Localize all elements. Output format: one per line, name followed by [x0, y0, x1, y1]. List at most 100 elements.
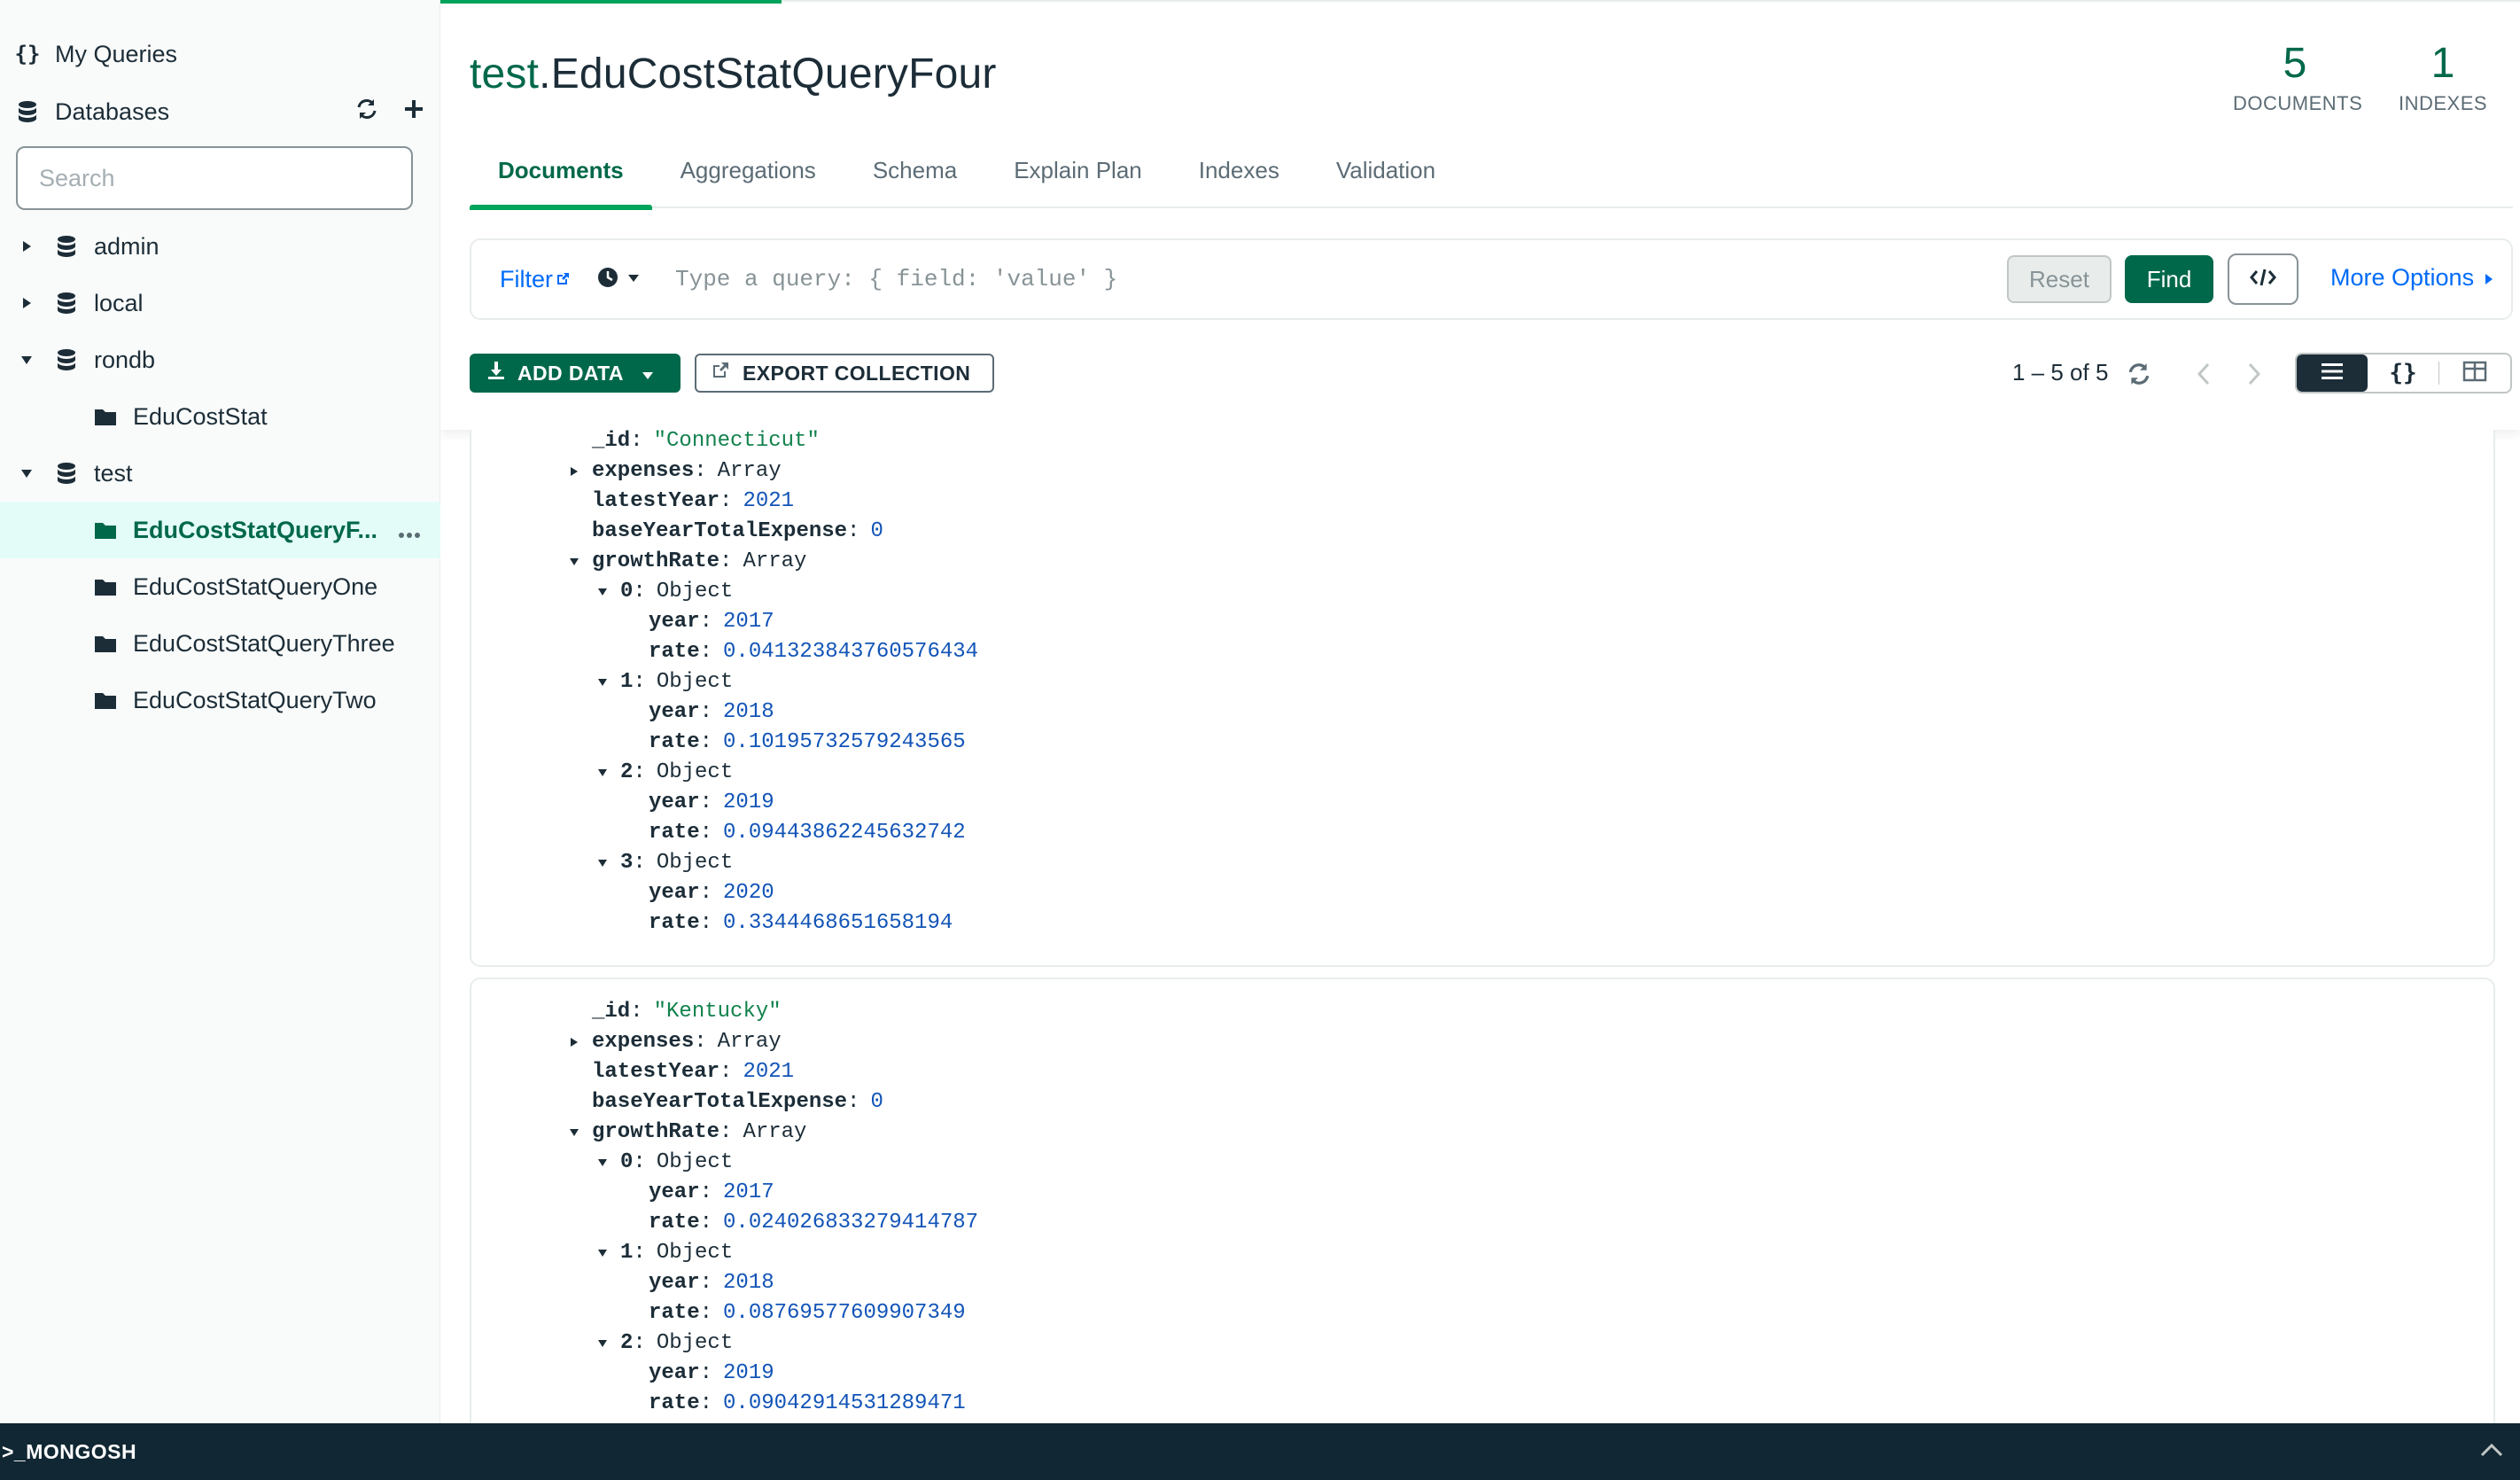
braces-icon: {} — [14, 42, 41, 66]
field-row: 1: Object — [620, 1238, 733, 1268]
collapse-caret-icon[interactable] — [595, 577, 610, 607]
refresh-icon[interactable] — [2126, 361, 2152, 387]
field-row: 3: Object — [620, 848, 733, 878]
field-row: rate:0.08769577609907349 — [649, 1298, 966, 1328]
sidebar-collection-educoststat[interactable]: EduCostStat — [0, 388, 440, 445]
tab-documents[interactable]: Documents — [470, 137, 652, 210]
caret-down-icon[interactable] — [18, 464, 35, 482]
field-value: Object — [656, 670, 734, 694]
field-key: growthRate — [592, 549, 720, 573]
collapse-caret-icon[interactable] — [595, 848, 610, 878]
field-key: 0 — [620, 1150, 634, 1174]
field-key: rate — [649, 1391, 700, 1415]
more-options-button[interactable]: More Options — [2330, 264, 2493, 292]
json-view-button[interactable]: {} — [2368, 354, 2438, 392]
field-row: baseYearTotalExpense:0 — [592, 517, 883, 547]
sidebar-collection-educoststatqueryone[interactable]: EduCostStatQueryOne — [0, 558, 440, 615]
export-collection-button[interactable]: EXPORT COLLECTION — [695, 354, 994, 393]
field-value: Object — [656, 1241, 734, 1265]
collapse-caret-icon[interactable] — [567, 1118, 581, 1148]
sidebar-db-test[interactable]: test — [0, 445, 440, 502]
filter-link[interactable]: Filter — [500, 266, 571, 293]
field-key: expenses — [592, 1030, 695, 1054]
field-key: year — [649, 1180, 700, 1204]
sidebar-collection-educoststatquerythree[interactable]: EduCostStatQueryThree — [0, 615, 440, 672]
collapse-caret-icon[interactable] — [595, 1148, 610, 1178]
next-page-icon[interactable] — [2241, 361, 2267, 387]
caret-down-icon[interactable] — [18, 351, 35, 369]
caret-down-icon — [627, 271, 640, 287]
field-row: 2: Object — [620, 1328, 733, 1359]
collapse-caret-icon[interactable] — [595, 667, 610, 697]
collapse-caret-icon[interactable] — [595, 758, 610, 788]
expand-caret-icon[interactable] — [567, 1027, 581, 1057]
table-view-button[interactable] — [2439, 354, 2510, 392]
sidebar-collection-educoststatquerytwo[interactable]: EduCostStatQueryTwo — [0, 672, 440, 728]
ellipsis-icon[interactable] — [398, 518, 421, 545]
list-view-button[interactable] — [2297, 354, 2368, 392]
field-value: 0 — [870, 519, 883, 543]
database-icon — [53, 460, 80, 487]
export-to-language-button[interactable] — [2228, 253, 2298, 305]
reset-button[interactable]: Reset — [2007, 255, 2112, 303]
field-value: 2021 — [743, 489, 795, 513]
document-card[interactable]: _id: "Kentucky" expenses: Array latestYear… — [470, 978, 2495, 1423]
tab-indexes[interactable]: Indexes — [1171, 137, 1308, 208]
sidebar-item-my-queries[interactable]: {} My Queries — [0, 26, 440, 82]
sidebar-collection-educoststatqueryfour[interactable]: EduCostStatQueryF... — [0, 502, 440, 558]
sidebar-item-label: local — [94, 289, 144, 316]
field-key: 2 — [620, 760, 634, 784]
tab-validation[interactable]: Validation — [1308, 137, 1464, 208]
documents-stat[interactable]: 5 DOCUMENTS — [2233, 39, 2362, 115]
field-key: year — [649, 881, 700, 905]
field-key: latestYear — [592, 489, 720, 513]
sidebar-item-label: EduCostStat — [133, 402, 268, 430]
database-icon — [53, 347, 80, 373]
add-database-icon[interactable] — [403, 98, 424, 126]
sidebar-search-input[interactable] — [16, 146, 413, 210]
query-history-button[interactable] — [597, 267, 640, 292]
collapse-caret-icon[interactable] — [595, 1328, 610, 1359]
add-data-button[interactable]: ADD DATA — [470, 354, 681, 393]
indexes-stat[interactable]: 1 INDEXES — [2390, 39, 2496, 115]
tab-explain-plan[interactable]: Explain Plan — [985, 137, 1171, 208]
folder-icon — [92, 573, 119, 600]
field-row: rate:0.3344468651658194 — [649, 908, 953, 939]
field-key: year — [649, 1361, 700, 1385]
refresh-icon[interactable] — [355, 97, 378, 127]
field-value: 0.3344468651658194 — [723, 911, 953, 935]
mongosh-bar[interactable]: >_MONGOSH — [0, 1423, 2520, 1480]
sidebar-db-local[interactable]: local — [0, 275, 440, 331]
caret-right-icon[interactable] — [18, 294, 35, 312]
sidebar-item-label: EduCostStatQueryF... — [133, 516, 378, 543]
collapse-caret-icon[interactable] — [567, 547, 581, 577]
add-data-label: ADD DATA — [517, 361, 624, 385]
sidebar-db-admin[interactable]: admin — [0, 218, 440, 275]
field-row: expenses: Array — [592, 456, 782, 487]
sidebar-item-label: EduCostStatQueryOne — [133, 573, 378, 600]
collapse-caret-icon[interactable] — [595, 1238, 610, 1268]
field-row: _id: "Connecticut" — [592, 430, 820, 456]
sidebar-databases-header: Databases — [0, 83, 440, 140]
expand-caret-icon[interactable] — [567, 456, 581, 487]
previous-page-icon[interactable] — [2190, 361, 2217, 387]
tab-schema[interactable]: Schema — [844, 137, 985, 208]
table-icon — [2462, 361, 2487, 386]
field-key: rate — [649, 1301, 700, 1325]
query-filter-input[interactable] — [675, 266, 1916, 292]
query-bar: Filter Reset Find More Options — [470, 238, 2513, 320]
field-key: 1 — [620, 670, 634, 694]
sidebar-item-label: test — [94, 459, 133, 487]
clock-icon — [597, 267, 618, 292]
filter-label: Filter — [500, 265, 553, 292]
collection-view: test.EduCostStatQueryFour 5 DOCUMENTS 1 … — [440, 0, 2520, 1423]
field-row: rate:0.10195732579243565 — [649, 728, 966, 758]
find-button[interactable]: Find — [2125, 255, 2213, 303]
chevron-up-icon[interactable] — [2479, 1439, 2504, 1463]
document-card[interactable]: _id: "Connecticut" expenses: Array latestY… — [470, 430, 2495, 967]
field-key: year — [649, 1271, 700, 1295]
tab-aggregations[interactable]: Aggregations — [652, 137, 844, 208]
sidebar-db-rondb[interactable]: rondb — [0, 331, 440, 388]
caret-right-icon[interactable] — [18, 238, 35, 255]
field-value: 0.09443862245632742 — [723, 821, 966, 845]
